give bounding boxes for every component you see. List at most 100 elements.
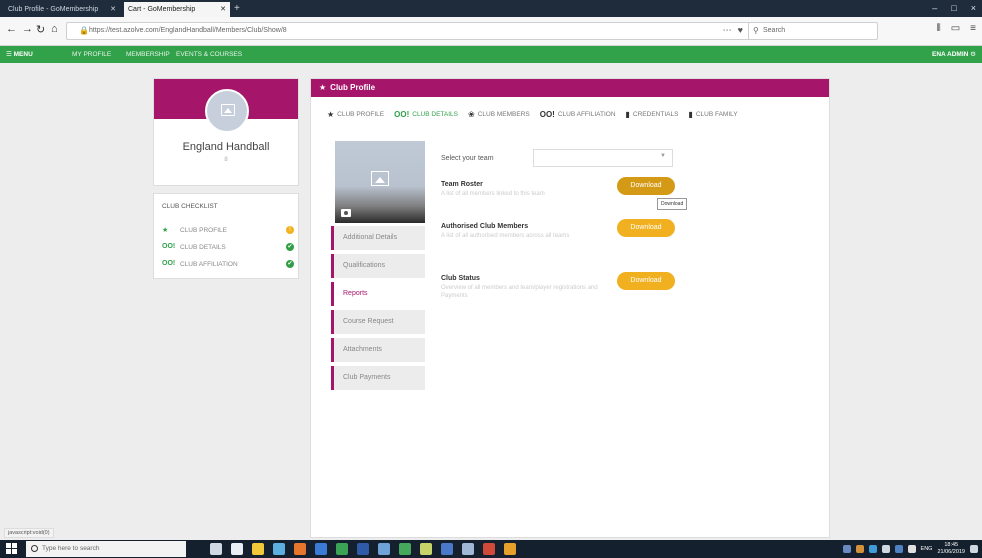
tray-icon[interactable]	[855, 545, 864, 553]
side-item-club-payments[interactable]: Club Payments	[331, 366, 425, 390]
checklist-item-club-affiliation[interactable]: oo! CLUB AFFILIATION ✔	[162, 260, 294, 272]
hamburger-menu-icon[interactable]: ≡	[970, 23, 976, 34]
avatar[interactable]	[205, 89, 249, 133]
more-icon[interactable]: ⋯	[723, 25, 732, 36]
app-icon[interactable]	[462, 543, 474, 555]
cortana-icon	[31, 545, 38, 552]
report-team-roster: Team Roster A list of all members linked…	[441, 181, 601, 198]
tab-club-members[interactable]: ❀ CLUB MEMBERS	[468, 107, 530, 121]
browser-nav-bar: ← → ↻ ⌂ 🔒 https://test.azolve.com/Englan…	[0, 17, 982, 46]
warning-icon: !	[286, 226, 294, 234]
maximize-icon[interactable]: □	[951, 0, 956, 17]
close-window-icon[interactable]: ×	[971, 0, 976, 17]
library-icon[interactable]: ⫴	[937, 23, 941, 34]
side-item-attachments[interactable]: Attachments	[331, 338, 425, 362]
app-icon[interactable]	[399, 543, 411, 555]
checklist-title: CLUB CHECKLIST	[162, 203, 218, 210]
club-profile-panel: ★ Club Profile ★ CLUB PROFILE oo! CLUB DETA…	[310, 78, 830, 538]
clock-time: 18:45	[944, 542, 959, 548]
clock-date: 21/06/2019	[937, 549, 965, 555]
browser-tab-label: Cart - GoMembership	[128, 6, 196, 13]
app-icon[interactable]	[378, 543, 390, 555]
browser-tab-club-profile[interactable]: Club Profile - GoMembership ✕	[4, 2, 120, 17]
club-checklist: CLUB CHECKLIST ★ CLUB PROFILE ! oo! CLUB…	[153, 193, 299, 279]
download-team-roster-button[interactable]: Download	[617, 177, 675, 195]
search-box[interactable]: Search ⚲	[748, 22, 878, 40]
notifications-icon[interactable]	[970, 545, 978, 553]
word-icon[interactable]	[357, 543, 369, 555]
download-club-status-button[interactable]: Download	[617, 272, 675, 290]
reload-icon[interactable]: ↻	[36, 23, 45, 36]
affiliation-icon: oo!	[162, 260, 176, 267]
close-icon[interactable]: ✕	[220, 2, 226, 17]
language-indicator[interactable]: ENG	[921, 546, 933, 552]
chevron-down-icon: ▼	[660, 153, 666, 159]
pocket-icon[interactable]: ♥	[738, 25, 743, 36]
firefox-icon[interactable]	[294, 543, 306, 555]
home-icon[interactable]: ⌂	[51, 23, 58, 35]
mail-icon[interactable]	[315, 543, 327, 555]
lock-icon: 🔒	[79, 26, 89, 35]
minimize-icon[interactable]: –	[932, 0, 937, 17]
taskbar-search[interactable]: Type here to search	[26, 541, 186, 557]
tab-club-affiliation[interactable]: oo! CLUB AFFILIATION	[540, 107, 616, 121]
bookmark-icon: ▮	[625, 109, 630, 119]
side-item-additional-details[interactable]: Additional Details	[331, 226, 425, 250]
mic-icon[interactable]	[210, 543, 222, 555]
club-details-side-menu: Additional Details Qualifications Report…	[331, 226, 425, 394]
taskbar-search-placeholder: Type here to search	[42, 545, 100, 552]
side-item-course-request[interactable]: Course Request	[331, 310, 425, 334]
report-authorised-members: Authorised Club Members A list of all au…	[441, 223, 601, 240]
nav-membership[interactable]: MEMBERSHIP	[126, 46, 170, 63]
star-icon: ★	[162, 227, 169, 234]
tab-club-details[interactable]: oo! CLUB DETAILS	[394, 107, 458, 121]
gear-icon[interactable]: ⚙	[970, 51, 976, 58]
tray-icon[interactable]	[881, 545, 890, 553]
app-icon[interactable]	[336, 543, 348, 555]
address-bar[interactable]: 🔒 https://test.azolve.com/EnglandHandbal…	[66, 22, 766, 40]
tab-credentials[interactable]: ▮ CREDENTIALS	[626, 107, 679, 121]
club-id: 8	[224, 157, 228, 163]
tray-icon[interactable]	[842, 545, 851, 553]
tab-club-profile[interactable]: ★ CLUB PROFILE	[327, 107, 384, 121]
tab-label: CLUB MEMBERS	[477, 110, 530, 118]
tab-club-family[interactable]: ▮ CLUB FAMILY	[688, 107, 737, 121]
tray-icon[interactable]	[868, 545, 877, 553]
back-icon[interactable]: ←	[6, 23, 17, 35]
close-icon[interactable]: ✕	[110, 2, 116, 17]
bookmark-icon: ▮	[688, 109, 693, 119]
windows-start-icon[interactable]	[6, 543, 18, 555]
status-bar-url: javascript:void(0)	[4, 528, 54, 538]
user-menu[interactable]: ENA ADMIN ⚙	[932, 46, 976, 63]
app-icon[interactable]	[441, 543, 453, 555]
task-view-icon[interactable]	[231, 543, 243, 555]
team-select[interactable]: ▼	[533, 149, 673, 167]
nav-my-profile[interactable]: MY PROFILE	[72, 46, 111, 63]
checklist-item-club-details[interactable]: oo! CLUB DETAILS ✔	[162, 243, 294, 255]
report-description: A list of all authorised members across …	[441, 233, 570, 239]
network-icon[interactable]	[894, 545, 903, 553]
side-item-qualifications[interactable]: Qualifications	[331, 254, 425, 278]
sidebar-icon[interactable]: ▭	[951, 23, 960, 34]
nav-events-courses[interactable]: EVENTS & COURSES	[176, 46, 242, 63]
report-title: Club Status	[441, 275, 480, 282]
new-tab-button[interactable]: +	[234, 1, 240, 16]
download-authorised-members-button[interactable]: Download	[617, 219, 675, 237]
volume-icon[interactable]	[907, 545, 916, 553]
file-explorer-icon[interactable]	[252, 543, 264, 555]
app-icon[interactable]	[420, 543, 432, 555]
checklist-item-club-profile[interactable]: ★ CLUB PROFILE !	[162, 226, 294, 238]
forward-icon[interactable]: →	[22, 23, 33, 35]
app-icon[interactable]	[483, 543, 495, 555]
club-image[interactable]	[335, 141, 425, 223]
camera-icon[interactable]	[341, 209, 351, 217]
menu-button[interactable]: ☰ MENU	[6, 46, 33, 63]
browser-tab-cart[interactable]: Cart - GoMembership ✕	[124, 2, 230, 17]
side-item-reports[interactable]: Reports	[331, 282, 425, 306]
app-icon[interactable]	[504, 543, 516, 555]
image-placeholder-icon	[371, 171, 389, 186]
team-select-label: Select your team	[441, 155, 494, 162]
clock[interactable]: 18:45 21/06/2019	[937, 542, 965, 556]
star-icon: ★	[319, 83, 327, 92]
store-icon[interactable]	[273, 543, 285, 555]
